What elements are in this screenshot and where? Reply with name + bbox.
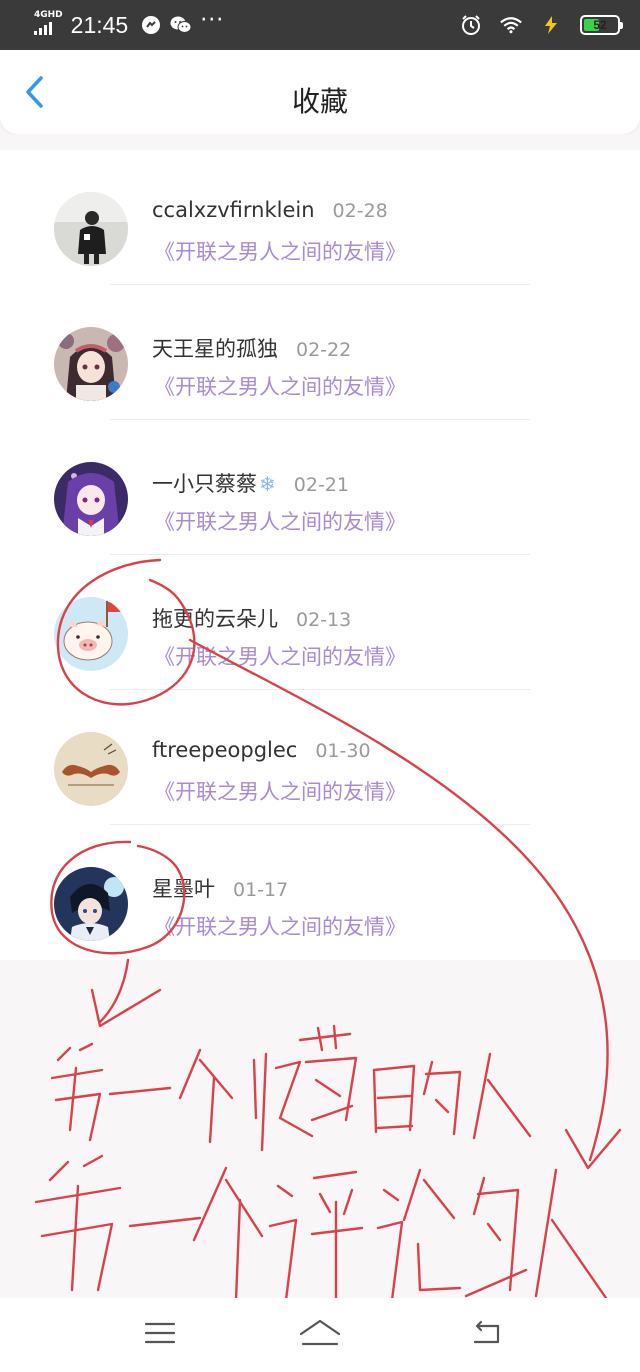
wechat-icon [170,14,192,36]
avatar[interactable] [54,597,128,671]
wifi-icon [500,14,522,36]
network-type: 4GHD [34,10,63,20]
charging-icon [540,14,562,36]
list-item[interactable]: 天王星的孤独 02-22 《开联之男人之间的友情》 [0,285,640,420]
status-bar: 4GHD 21:45 ··· 52 [0,0,640,50]
work-title[interactable]: 《开联之男人之间的友情》 [154,371,406,401]
annotation-arrow [98,958,130,1024]
clock: 21:45 [70,11,129,38]
date: 02-28 [332,200,388,222]
work-title[interactable]: 《开联之男人之间的友情》 [154,641,406,671]
avatar[interactable] [54,462,128,536]
list-item[interactable]: ftreepeopglec 01-30 《开联之男人之间的友情》 [0,690,640,825]
list-item[interactable]: 一小只蔡蔡 ❄ 02-21 《开联之男人之间的友情》 [0,420,640,555]
date: 01-17 [233,879,289,901]
username[interactable]: 天王星的孤独 [152,333,278,363]
list-item[interactable]: ccalxzvfirnklein 02-28 《开联之男人之间的友情》 [0,150,640,285]
date: 01-30 [315,740,371,762]
avatar[interactable] [54,192,128,266]
page-title: 收藏 [291,85,348,118]
work-title[interactable]: 《开联之男人之间的友情》 [154,911,406,941]
favorites-list: ccalxzvfirnklein 02-28 《开联之男人之间的友情》 天王星的… [0,150,640,960]
menu-button[interactable] [138,1316,182,1350]
date: 02-22 [296,339,352,361]
signal-indicator: 4GHD [34,11,63,35]
home-icon [299,1319,341,1346]
work-title[interactable]: 《开联之男人之间的友情》 [154,506,406,536]
date: 02-13 [296,609,352,631]
username[interactable]: 星墨叶 [152,873,215,903]
date: 02-21 [293,474,349,496]
header-spacer [0,134,640,150]
alarm-icon [460,14,482,36]
menu-icon [144,1322,176,1344]
status-right: 52 [460,14,623,36]
username[interactable]: ccalxzvfirnklein [152,198,315,222]
battery-level: 52 [593,18,607,32]
list-item[interactable]: 拖更的云朵儿 02-13 《开联之男人之间的友情》 [0,555,640,690]
work-title[interactable]: 《开联之男人之间的友情》 [154,776,406,806]
home-button[interactable] [298,1316,342,1350]
system-nav-bar [0,1298,640,1372]
username[interactable]: 拖更的云朵儿 [152,603,278,633]
messenger-icon [140,14,162,36]
work-title[interactable]: 《开联之男人之间的友情》 [154,236,406,266]
list-item[interactable]: 星墨叶 01-17 《开联之男人之间的友情》 [0,825,640,960]
back-nav-button[interactable] [464,1316,508,1350]
snowflake-icon: ❄ [259,472,276,496]
header: 收藏 [0,50,640,134]
username[interactable]: 一小只蔡蔡 [152,468,257,498]
battery-icon: 52 [580,15,623,35]
avatar[interactable] [54,327,128,401]
more-icon: ··· [200,8,225,33]
avatar[interactable] [54,732,128,806]
username[interactable]: ftreepeopglec [152,738,297,762]
avatar[interactable] [54,867,128,941]
signal-icon [34,22,63,35]
back-icon [473,1320,500,1344]
